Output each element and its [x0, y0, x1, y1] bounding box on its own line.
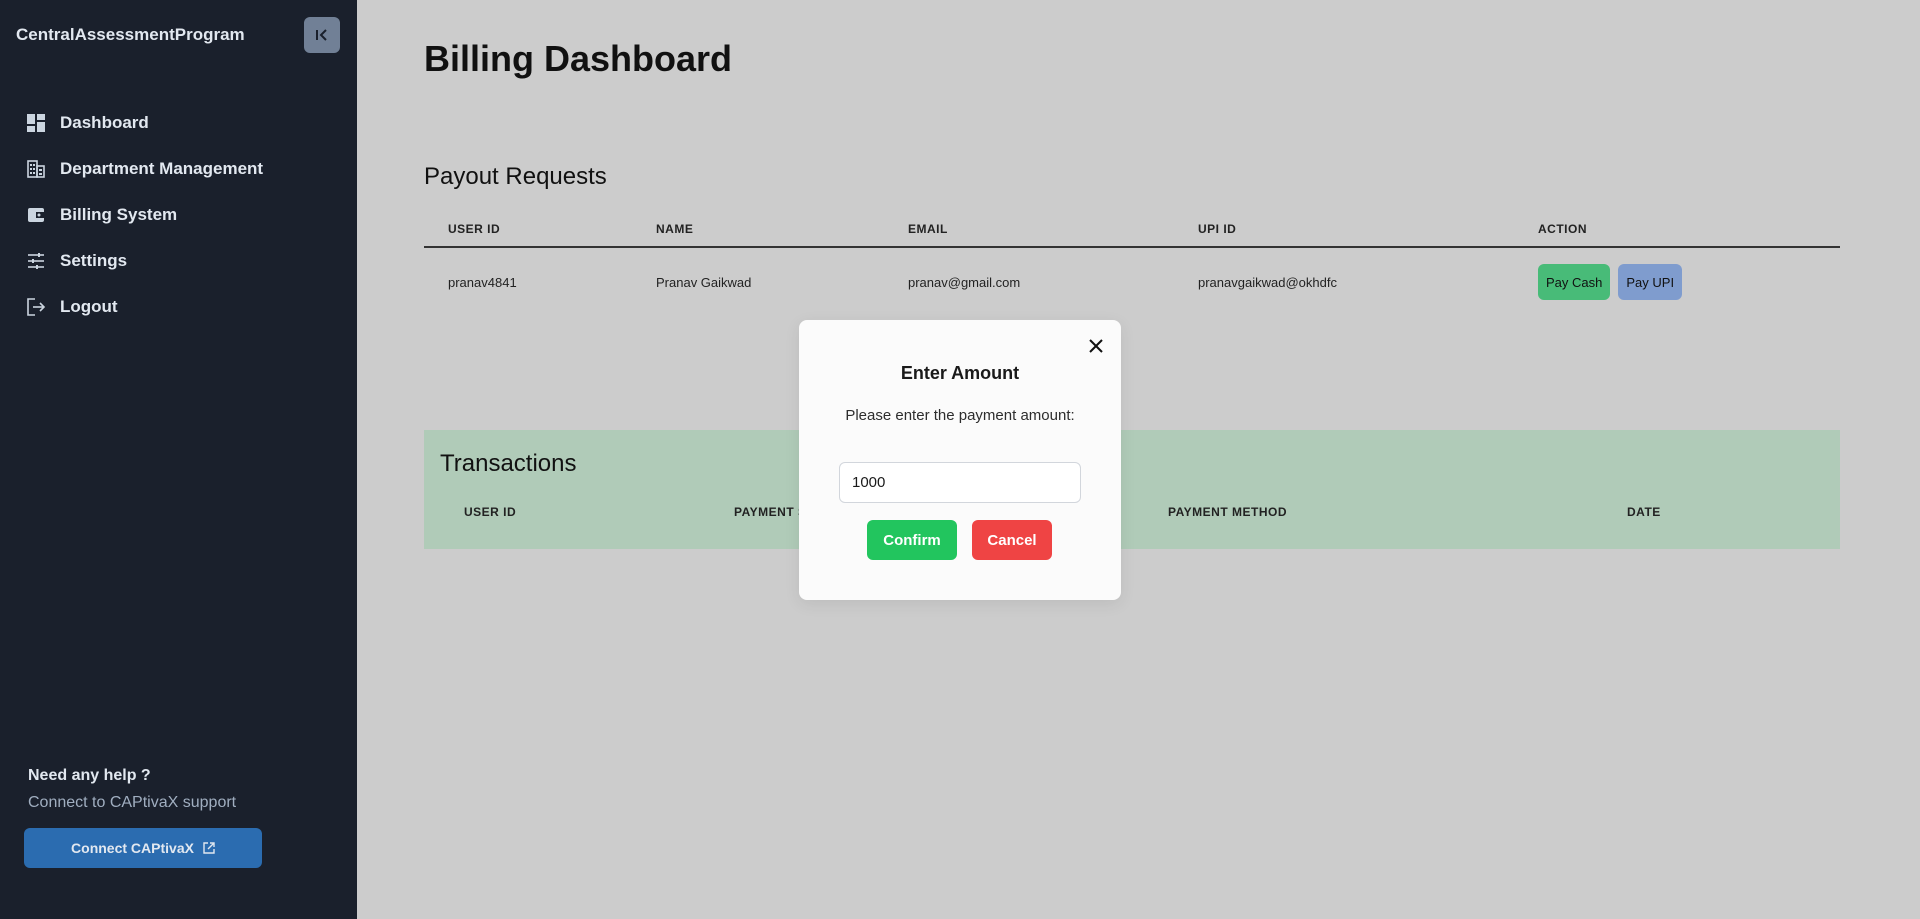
- modal-description: Please enter the payment amount:: [845, 407, 1075, 424]
- column-header-email: EMAIL: [908, 222, 948, 236]
- modal-title: Enter Amount: [900, 363, 1020, 383]
- sidebar-item-label: Department Management: [60, 159, 264, 178]
- sidebar-item-logout[interactable]: Logout: [0, 284, 357, 330]
- transactions-title: Transactions: [440, 450, 577, 477]
- cell-user-id: pranav4841: [448, 274, 517, 290]
- help-title: Need any help ?: [28, 767, 151, 784]
- page-title: Billing Dashboard: [424, 38, 733, 79]
- close-icon: [1089, 339, 1103, 353]
- sidebar-item-settings[interactable]: Settings: [0, 238, 357, 284]
- column-header-user-id: USER ID: [464, 505, 517, 519]
- payout-requests-title: Payout Requests: [424, 163, 607, 190]
- cell-email: pranav@gmail.com: [908, 274, 1021, 290]
- dashboard-icon: [27, 114, 45, 132]
- table-header: USER ID NAME EMAIL UPI ID ACTION: [424, 212, 1840, 248]
- sidebar-item-label: Dashboard: [60, 113, 149, 132]
- sidebar-item-label: Settings: [60, 251, 128, 270]
- sidebar-item-billing-system[interactable]: Billing System: [0, 192, 357, 238]
- pay-upi-button[interactable]: Pay UPI: [1618, 264, 1683, 300]
- amount-input[interactable]: [839, 462, 1081, 503]
- help-subtitle: Connect to CAPtivaX support: [28, 794, 237, 811]
- cell-upi-id: pranavgaikwad@okhdfc: [1198, 274, 1337, 290]
- sidebar-item-dashboard[interactable]: Dashboard: [0, 100, 357, 146]
- cell-actions: Pay Cash Pay UPI: [1514, 264, 1840, 300]
- column-header-payment-method: PAYMENT METHOD: [1168, 505, 1288, 519]
- payout-requests-table: USER ID NAME EMAIL UPI ID ACTION pranav4…: [424, 212, 1840, 316]
- table-row: pranav4841 Pranav Gaikwad pranav@gmail.c…: [424, 248, 1840, 316]
- column-header-action: ACTION: [1538, 222, 1587, 236]
- connect-label: Connect CAPtivaX: [71, 840, 194, 856]
- transactions-section: Transactions USER ID PAYMENT STATUS PAYM…: [424, 430, 1840, 549]
- column-header-upi-id: UPI ID: [1198, 222, 1237, 236]
- column-header-user-id: USER ID: [448, 222, 501, 236]
- wallet-icon: [28, 208, 44, 222]
- close-modal-button[interactable]: [1086, 336, 1106, 356]
- sliders-icon: [28, 253, 44, 269]
- column-header-name: NAME: [656, 222, 694, 236]
- sidebar-item-label: Billing System: [60, 205, 178, 224]
- external-link-icon: [203, 842, 215, 854]
- sidebar: CentralAssessmentProgram Dashboard Depar…: [0, 0, 357, 919]
- sidebar-item-label: Logout: [60, 297, 118, 316]
- sidebar-item-department-management[interactable]: Department Management: [0, 146, 357, 192]
- cell-name: Pranav Gaikwad: [656, 274, 752, 290]
- column-header-date: DATE: [1627, 505, 1661, 519]
- collapse-left-icon: [316, 29, 327, 41]
- confirm-button[interactable]: Confirm: [867, 520, 957, 560]
- sidebar-nav: Dashboard Department Management Billing …: [0, 100, 357, 330]
- enter-amount-modal: Enter Amount Please enter the payment am…: [799, 320, 1121, 600]
- pay-cash-button[interactable]: Pay Cash: [1538, 264, 1611, 300]
- connect-captivax-button[interactable]: Connect CAPtivaX: [24, 828, 262, 868]
- cancel-button[interactable]: Cancel: [972, 520, 1052, 560]
- collapse-sidebar-button[interactable]: [304, 17, 340, 53]
- transactions-table-header: USER ID PAYMENT STATUS PAYMENT METHOD DA…: [440, 505, 1824, 529]
- building-icon: [27, 160, 45, 178]
- logout-icon: [27, 298, 46, 316]
- brand-title: CentralAssessmentProgram: [16, 25, 245, 44]
